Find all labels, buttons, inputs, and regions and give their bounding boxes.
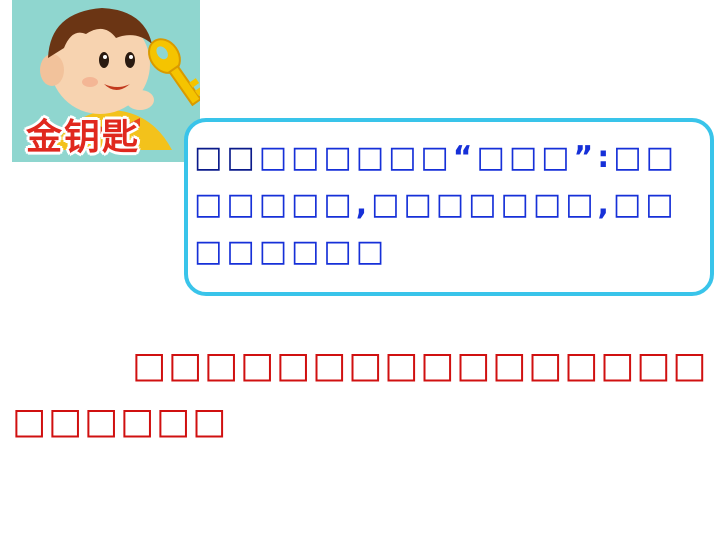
hint-body: □□□□□□“□□□”:□□□□□□□,□□□□□□□,□□□□□□□□ [194, 140, 678, 269]
hint-lead: □□ [194, 140, 259, 175]
golden-key-logo: 金钥匙 [12, 0, 200, 162]
main-paragraph: □□□□□□□□□□□□□□□□□□□□□□ [12, 345, 709, 442]
logo-title: 金钥匙 [26, 117, 141, 158]
hint-text: □□□□□□□□“□□□”:□□□□□□□,□□□□□□□,□□□□□□□□ [194, 134, 699, 275]
